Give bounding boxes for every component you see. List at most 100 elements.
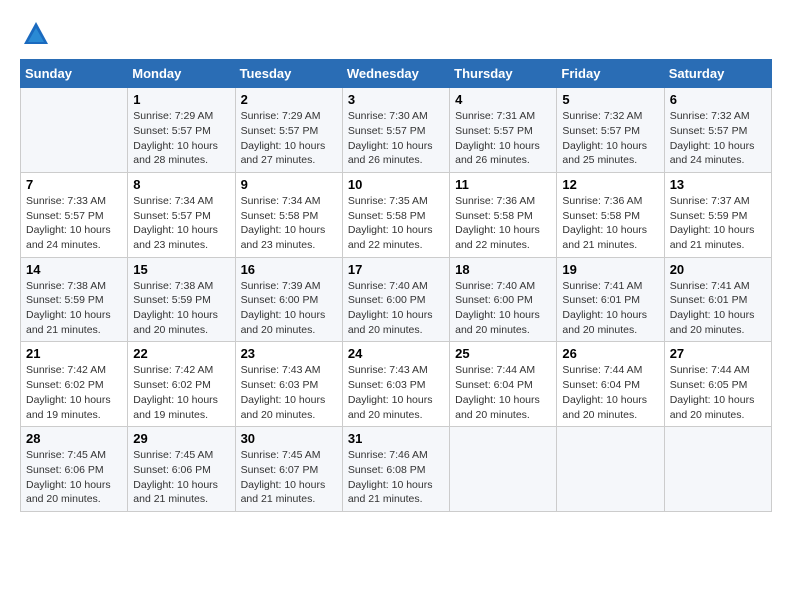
day-info: Sunrise: 7:29 AM Sunset: 5:57 PM Dayligh… — [133, 109, 229, 168]
calendar-cell: 16Sunrise: 7:39 AM Sunset: 6:00 PM Dayli… — [235, 257, 342, 342]
calendar-week-row: 28 Sunrise: 7:45 AM Sunset: 6:06 PM Dayli… — [21, 427, 772, 512]
day-info: Sunrise: 7:40 AM Sunset: 6:00 PM Dayligh… — [455, 279, 551, 338]
calendar-cell: 31 Sunrise: 7:46 AM Sunset: 6:08 PM Dayli… — [342, 427, 449, 512]
day-number: 26 — [562, 346, 658, 361]
calendar-cell: 22 Sunrise: 7:42 AM Sunset: 6:02 PM Dayli… — [128, 342, 235, 427]
calendar-cell: 13 Sunrise: 7:37 AM Sunset: 5:59 PM Dayli… — [664, 172, 771, 257]
calendar-cell: 11Sunrise: 7:36 AM Sunset: 5:58 PM Dayli… — [450, 172, 557, 257]
day-info: Sunrise: 7:44 AM Sunset: 6:04 PM Dayligh… — [455, 363, 551, 422]
day-info: Sunrise: 7:34 AM Sunset: 5:58 PM Dayligh… — [241, 194, 337, 253]
calendar-cell: 12 Sunrise: 7:36 AM Sunset: 5:58 PM Dayli… — [557, 172, 664, 257]
calendar-cell: 3Sunrise: 7:30 AM Sunset: 5:57 PM Daylig… — [342, 88, 449, 173]
day-info: Sunrise: 7:32 AM Sunset: 5:57 PM Dayligh… — [670, 109, 766, 168]
calendar-cell: 5 Sunrise: 7:32 AM Sunset: 5:57 PM Daylig… — [557, 88, 664, 173]
day-number: 31 — [348, 431, 444, 446]
day-info: Sunrise: 7:45 AM Sunset: 6:07 PM Dayligh… — [241, 448, 337, 507]
day-number: 15 — [133, 262, 229, 277]
calendar-cell: 4 Sunrise: 7:31 AM Sunset: 5:57 PM Daylig… — [450, 88, 557, 173]
day-info: Sunrise: 7:35 AM Sunset: 5:58 PM Dayligh… — [348, 194, 444, 253]
day-info: Sunrise: 7:43 AM Sunset: 6:03 PM Dayligh… — [241, 363, 337, 422]
day-info: Sunrise: 7:36 AM Sunset: 5:58 PM Dayligh… — [562, 194, 658, 253]
day-number: 17 — [348, 262, 444, 277]
weekday-header: Sunday — [21, 60, 128, 88]
calendar-cell: 28 Sunrise: 7:45 AM Sunset: 6:06 PM Dayli… — [21, 427, 128, 512]
day-info: Sunrise: 7:41 AM Sunset: 6:01 PM Dayligh… — [670, 279, 766, 338]
calendar-cell: 9 Sunrise: 7:34 AM Sunset: 5:58 PM Daylig… — [235, 172, 342, 257]
weekday-header: Saturday — [664, 60, 771, 88]
day-number: 4 — [455, 92, 551, 107]
calendar-cell: 15 Sunrise: 7:38 AM Sunset: 5:59 PM Dayli… — [128, 257, 235, 342]
day-info: Sunrise: 7:40 AM Sunset: 6:00 PM Dayligh… — [348, 279, 444, 338]
weekday-header: Tuesday — [235, 60, 342, 88]
day-number: 12 — [562, 177, 658, 192]
day-info: Sunrise: 7:44 AM Sunset: 6:05 PM Dayligh… — [670, 363, 766, 422]
calendar-cell: 14 Sunrise: 7:38 AM Sunset: 5:59 PM Dayli… — [21, 257, 128, 342]
day-number: 8 — [133, 177, 229, 192]
day-number: 13 — [670, 177, 766, 192]
calendar-cell: 17 Sunrise: 7:40 AM Sunset: 6:00 PM Dayli… — [342, 257, 449, 342]
calendar-week-row: 1 Sunrise: 7:29 AM Sunset: 5:57 PM Daylig… — [21, 88, 772, 173]
calendar-cell — [664, 427, 771, 512]
day-info: Sunrise: 7:33 AM Sunset: 5:57 PM Dayligh… — [26, 194, 122, 253]
day-info: Sunrise: 7:44 AM Sunset: 6:04 PM Dayligh… — [562, 363, 658, 422]
day-number: 21 — [26, 346, 122, 361]
calendar-week-row: 21 Sunrise: 7:42 AM Sunset: 6:02 PM Dayli… — [21, 342, 772, 427]
calendar-cell — [450, 427, 557, 512]
day-info: Sunrise: 7:45 AM Sunset: 6:06 PM Dayligh… — [26, 448, 122, 507]
day-info: Sunrise: 7:31 AM Sunset: 5:57 PM Dayligh… — [455, 109, 551, 168]
calendar-cell: 24 Sunrise: 7:43 AM Sunset: 6:03 PM Dayli… — [342, 342, 449, 427]
day-number: 7 — [26, 177, 122, 192]
day-number: 18 — [455, 262, 551, 277]
day-number: 25 — [455, 346, 551, 361]
calendar-cell: 10 Sunrise: 7:35 AM Sunset: 5:58 PM Dayli… — [342, 172, 449, 257]
calendar-cell: 20 Sunrise: 7:41 AM Sunset: 6:01 PM Dayli… — [664, 257, 771, 342]
day-info: Sunrise: 7:41 AM Sunset: 6:01 PM Dayligh… — [562, 279, 658, 338]
calendar-cell: 30 Sunrise: 7:45 AM Sunset: 6:07 PM Dayli… — [235, 427, 342, 512]
day-number: 28 — [26, 431, 122, 446]
day-number: 30 — [241, 431, 337, 446]
calendar-week-row: 14 Sunrise: 7:38 AM Sunset: 5:59 PM Dayli… — [21, 257, 772, 342]
calendar-cell: 19 Sunrise: 7:41 AM Sunset: 6:01 PM Dayli… — [557, 257, 664, 342]
day-info: Sunrise: 7:34 AM Sunset: 5:57 PM Dayligh… — [133, 194, 229, 253]
weekday-header: Thursday — [450, 60, 557, 88]
calendar-cell: 25 Sunrise: 7:44 AM Sunset: 6:04 PM Dayli… — [450, 342, 557, 427]
day-number: 5 — [562, 92, 658, 107]
day-number: 6 — [670, 92, 766, 107]
day-number: 29 — [133, 431, 229, 446]
calendar-cell: 23Sunrise: 7:43 AM Sunset: 6:03 PM Dayli… — [235, 342, 342, 427]
day-info: Sunrise: 7:46 AM Sunset: 6:08 PM Dayligh… — [348, 448, 444, 507]
calendar-cell: 1 Sunrise: 7:29 AM Sunset: 5:57 PM Daylig… — [128, 88, 235, 173]
day-number: 22 — [133, 346, 229, 361]
day-number: 19 — [562, 262, 658, 277]
day-info: Sunrise: 7:39 AM Sunset: 6:00 PM Dayligh… — [241, 279, 337, 338]
day-number: 27 — [670, 346, 766, 361]
day-number: 24 — [348, 346, 444, 361]
day-info: Sunrise: 7:38 AM Sunset: 5:59 PM Dayligh… — [26, 279, 122, 338]
day-number: 3 — [348, 92, 444, 107]
day-info: Sunrise: 7:32 AM Sunset: 5:57 PM Dayligh… — [562, 109, 658, 168]
weekday-header: Wednesday — [342, 60, 449, 88]
day-info: Sunrise: 7:43 AM Sunset: 6:03 PM Dayligh… — [348, 363, 444, 422]
day-info: Sunrise: 7:38 AM Sunset: 5:59 PM Dayligh… — [133, 279, 229, 338]
day-number: 10 — [348, 177, 444, 192]
calendar-cell: 6 Sunrise: 7:32 AM Sunset: 5:57 PM Daylig… — [664, 88, 771, 173]
calendar-cell: 21 Sunrise: 7:42 AM Sunset: 6:02 PM Dayli… — [21, 342, 128, 427]
day-number: 1 — [133, 92, 229, 107]
calendar-header-row: SundayMondayTuesdayWednesdayThursdayFrid… — [21, 60, 772, 88]
calendar-cell: 8 Sunrise: 7:34 AM Sunset: 5:57 PM Daylig… — [128, 172, 235, 257]
day-info: Sunrise: 7:42 AM Sunset: 6:02 PM Dayligh… — [26, 363, 122, 422]
calendar-cell: 26 Sunrise: 7:44 AM Sunset: 6:04 PM Dayli… — [557, 342, 664, 427]
day-number: 14 — [26, 262, 122, 277]
calendar-cell: 27 Sunrise: 7:44 AM Sunset: 6:05 PM Dayli… — [664, 342, 771, 427]
calendar-table: SundayMondayTuesdayWednesdayThursdayFrid… — [20, 59, 772, 512]
weekday-header: Friday — [557, 60, 664, 88]
calendar-cell: 2Sunrise: 7:29 AM Sunset: 5:57 PM Daylig… — [235, 88, 342, 173]
day-number: 9 — [241, 177, 337, 192]
calendar-cell: 18 Sunrise: 7:40 AM Sunset: 6:00 PM Dayli… — [450, 257, 557, 342]
day-info: Sunrise: 7:45 AM Sunset: 6:06 PM Dayligh… — [133, 448, 229, 507]
day-info: Sunrise: 7:42 AM Sunset: 6:02 PM Dayligh… — [133, 363, 229, 422]
day-info: Sunrise: 7:37 AM Sunset: 5:59 PM Dayligh… — [670, 194, 766, 253]
calendar-cell: 7 Sunrise: 7:33 AM Sunset: 5:57 PM Daylig… — [21, 172, 128, 257]
calendar-week-row: 7 Sunrise: 7:33 AM Sunset: 5:57 PM Daylig… — [21, 172, 772, 257]
day-number: 20 — [670, 262, 766, 277]
